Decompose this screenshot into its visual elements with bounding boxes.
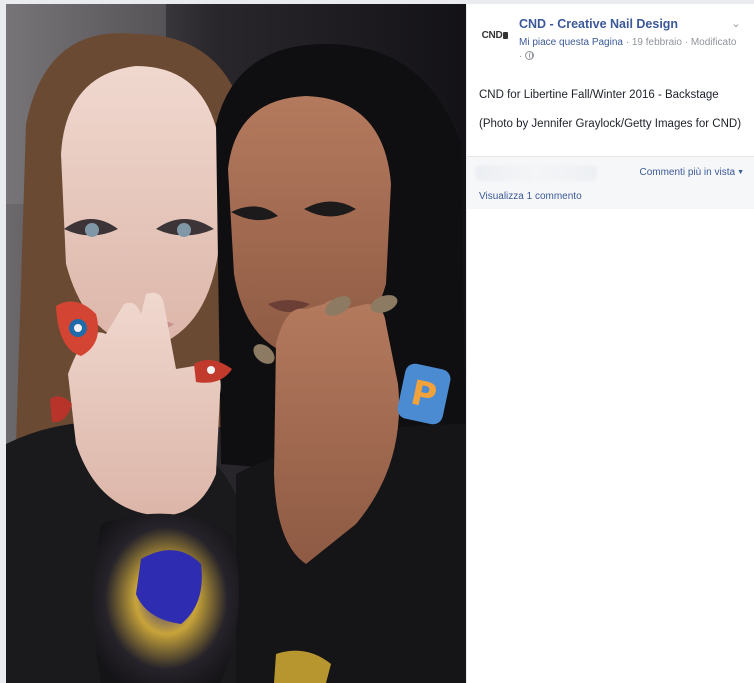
sort-label: Commenti più in vista — [639, 167, 736, 178]
view-comments-link[interactable]: Visualizza 1 commento — [479, 191, 582, 202]
meta-separator: · — [519, 51, 523, 62]
post-photo[interactable]: P — [6, 4, 466, 683]
post-text-line: (Photo by Jennifer Graylock/Getty Images… — [479, 118, 742, 130]
meta-separator: · — [684, 37, 689, 48]
post-meta: Mi piace questa Pagina · 19 febbraio · M… — [519, 36, 739, 64]
page-logo[interactable]: CND — [477, 22, 513, 48]
chevron-down-icon[interactable]: ⌄ — [730, 18, 742, 30]
meta-separator: · — [625, 37, 630, 48]
blurred-reactions — [475, 165, 597, 181]
caret-down-icon: ▼ — [737, 169, 744, 176]
logo-mark-icon — [503, 31, 509, 39]
post-panel: CND CND - Creative Nail Design ⌄ Mi piac… — [467, 4, 754, 683]
globe-icon[interactable] — [525, 51, 535, 60]
post-date[interactable]: 19 febbraio — [632, 37, 682, 48]
like-page-link[interactable]: Mi piace questa Pagina — [519, 37, 623, 48]
page-name-link[interactable]: CND - Creative Nail Design — [519, 17, 678, 31]
post-text-line: CND for Libertine Fall/Winter 2016 - Bac… — [479, 89, 719, 101]
comments-sort-dropdown[interactable]: Commenti più in vista ▼ — [639, 167, 744, 178]
post-text: CND for Libertine Fall/Winter 2016 - Bac… — [479, 88, 744, 146]
edited-link[interactable]: Modificato — [691, 37, 737, 48]
backstage-photo-illustration: P — [6, 4, 466, 683]
post-header: CND CND - Creative Nail Design ⌄ Mi piac… — [467, 4, 754, 76]
facebook-photo-viewer: P CND CND - Creative Nail Design ⌄ Mi pi… — [0, 0, 754, 683]
comments-section: Commenti più in vista ▼ Visualizza 1 comm… — [467, 157, 754, 209]
